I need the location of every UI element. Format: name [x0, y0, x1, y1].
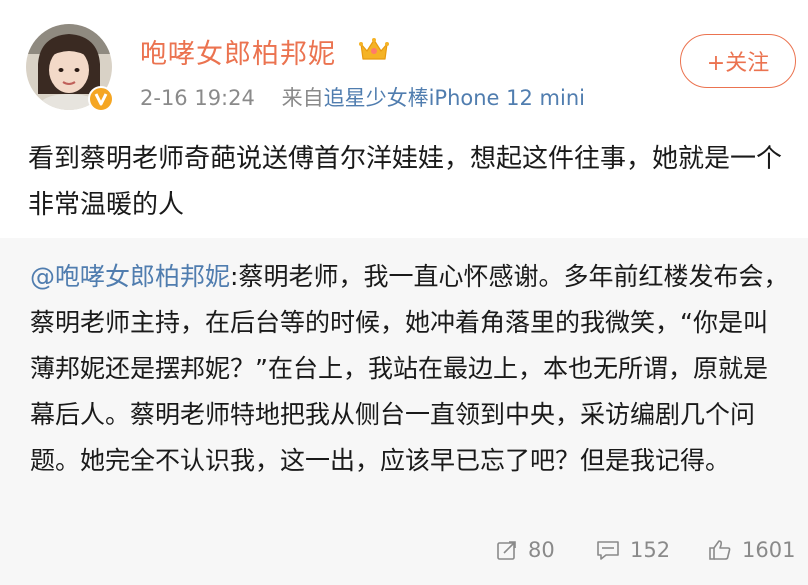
verified-badge-icon — [88, 86, 114, 112]
user-name[interactable]: 咆哮女郎柏邦妮 — [140, 32, 336, 71]
post-date: 2-16 19:24 — [140, 86, 255, 110]
like-button[interactable]: 1601 — [708, 538, 795, 562]
crown-icon — [359, 38, 389, 60]
post-header: 咆哮女郎柏邦妮 2-16 19:24 来自追星少女棒iPhone 12 mini… — [0, 0, 808, 125]
thumbs-up-icon — [709, 540, 731, 560]
like-count: 1601 — [742, 538, 796, 562]
comment-button[interactable]: 152 — [596, 538, 670, 562]
repost-text: @咆哮女郎柏邦妮:蔡明老师，我一直心怀感谢。多年前红楼发布会，蔡明老师主持，在后… — [30, 254, 790, 484]
repost-mention-link[interactable]: @咆哮女郎柏邦妮 — [30, 262, 230, 291]
action-bar: 80 152 1601 — [0, 538, 808, 570]
comment-count: 152 — [630, 538, 671, 562]
comment-icon — [597, 541, 619, 560]
repost-box[interactable]: @咆哮女郎柏邦妮:蔡明老师，我一直心怀感谢。多年前红楼发布会，蔡明老师主持，在后… — [0, 238, 808, 585]
post-meta: 2-16 19:24 来自追星少女棒iPhone 12 mini — [140, 82, 585, 112]
repost-count: 80 — [528, 538, 555, 562]
follow-button[interactable]: +关注 — [680, 34, 796, 88]
source-prefix: 来自 — [281, 86, 324, 110]
repost-icon — [497, 541, 516, 560]
repost-button[interactable]: 80 — [496, 538, 555, 562]
client-link[interactable]: 追星少女棒iPhone 12 mini — [324, 86, 585, 110]
post-text: 看到蔡明老师奇葩说送傅首尔洋娃娃，想起这件往事，她就是一个非常温暖的人 — [28, 144, 783, 220]
avatar[interactable] — [26, 24, 114, 112]
repost-body: :蔡明老师，我一直心怀感谢。多年前红楼发布会，蔡明老师主持，在后台等的时候，她冲… — [30, 262, 789, 475]
